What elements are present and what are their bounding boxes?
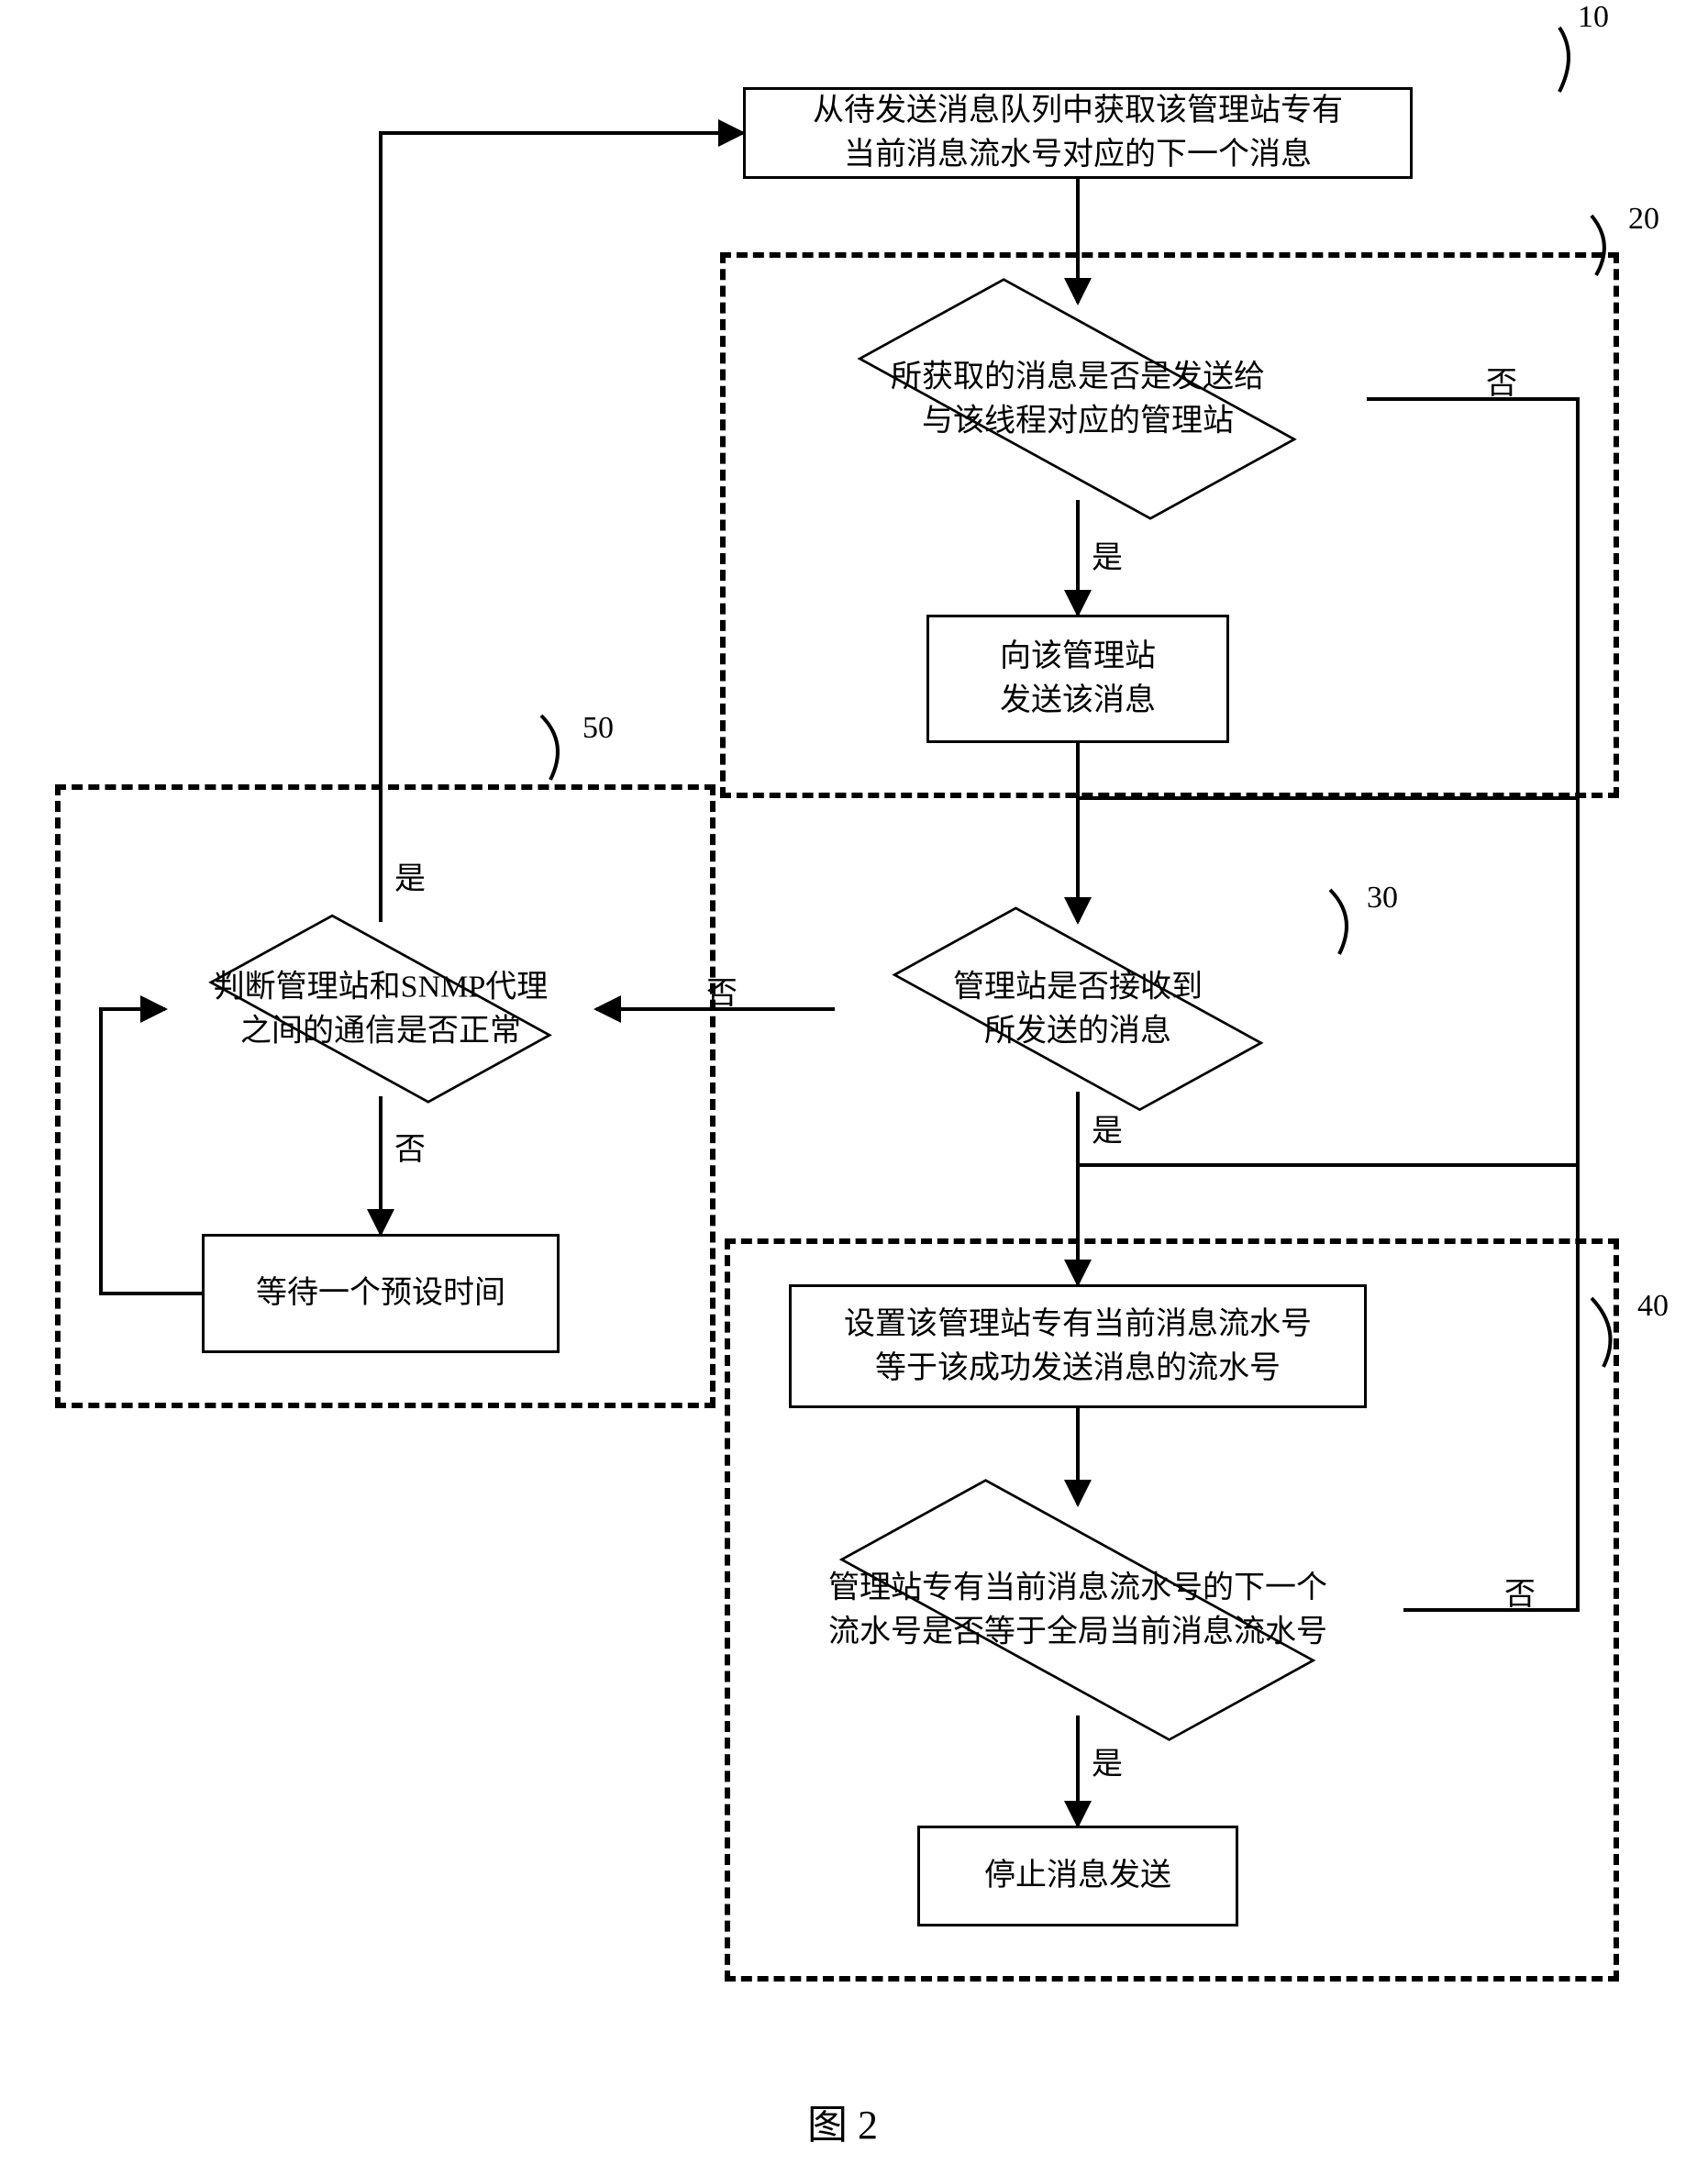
label-yes: 是 xyxy=(1092,1738,1123,1783)
decision-is-target-station: 所获取的消息是否是发送给与该线程对应的管理站 xyxy=(784,252,1371,546)
node-number-50: 50 xyxy=(582,711,614,746)
node-number-10: 10 xyxy=(1578,0,1609,35)
step-get-message: 从待发送消息队列中获取该管理站专有当前消息流水号对应的下一个消息 xyxy=(743,87,1413,179)
node-number-30: 30 xyxy=(1367,881,1398,916)
step-text: 停止消息发送 xyxy=(984,1854,1171,1898)
step-text: 向该管理站发送该消息 xyxy=(1000,635,1156,722)
label-yes: 是 xyxy=(394,853,426,898)
step-wait-preset: 等待一个预设时间 xyxy=(202,1234,560,1353)
step-set-serial: 设置该管理站专有当前消息流水号等于该成功发送消息的流水号 xyxy=(789,1284,1367,1408)
step-text: 设置该管理站专有当前消息流水号等于该成功发送消息的流水号 xyxy=(844,1303,1312,1390)
label-no: 否 xyxy=(1504,1569,1536,1614)
label-yes: 是 xyxy=(1092,1105,1123,1150)
figure-label: 图 2 xyxy=(807,2092,878,2150)
label-yes: 是 xyxy=(1092,532,1123,577)
step-text: 等待一个预设时间 xyxy=(256,1271,505,1316)
step-send-message: 向该管理站发送该消息 xyxy=(926,615,1229,743)
node-number-20: 20 xyxy=(1628,202,1659,237)
label-no: 否 xyxy=(394,1124,426,1169)
label-no: 否 xyxy=(1486,358,1517,403)
decision-received: 管理站是否接收到所发送的消息 xyxy=(830,885,1325,1133)
decision-serial-equal: 管理站专有当前消息流水号的下一个流水号是否等于全局当前消息流水号 xyxy=(748,1463,1408,1757)
step-stop-sending: 停止消息发送 xyxy=(917,1826,1238,1926)
decision-text: 判断管理站和SNMP代理之间的通信是否正常 xyxy=(161,965,601,1052)
decision-text: 所获取的消息是否是发送给与该线程对应的管理站 xyxy=(784,355,1371,442)
decision-text: 管理站专有当前消息流水号的下一个流水号是否等于全局当前消息流水号 xyxy=(748,1566,1408,1653)
step-text: 从待发送消息队列中获取该管理站专有当前消息流水号对应的下一个消息 xyxy=(813,89,1343,176)
flowchart-canvas: 从待发送消息队列中获取该管理站专有当前消息流水号对应的下一个消息 10 20 所… xyxy=(0,0,1708,2165)
decision-comm-normal: 判断管理站和SNMP代理之间的通信是否正常 xyxy=(161,885,601,1133)
node-number-40: 40 xyxy=(1637,1289,1669,1324)
decision-text: 管理站是否接收到所发送的消息 xyxy=(830,965,1325,1052)
